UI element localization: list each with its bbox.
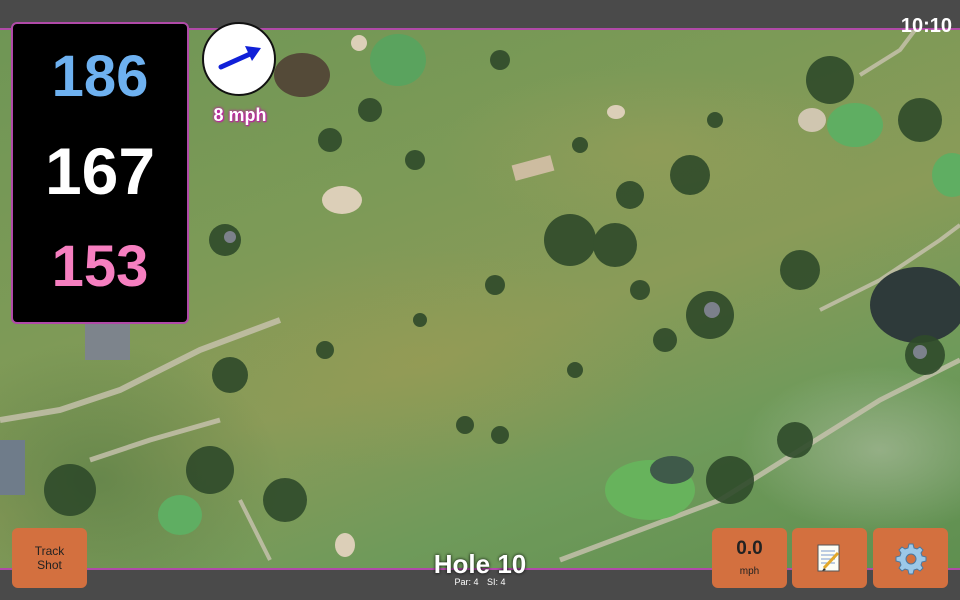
wind-arrow-icon xyxy=(218,46,261,70)
front-distance: 153 xyxy=(51,234,149,299)
hole-par: Par: 4 xyxy=(454,577,479,587)
wind-dial xyxy=(202,22,276,96)
hole-stroke-index: SI: 4 xyxy=(487,577,506,587)
gear-icon xyxy=(895,543,927,575)
clock: 10:10 xyxy=(900,15,952,37)
back-distance: 186 xyxy=(51,44,149,109)
distance-panel: 186 167 153 xyxy=(11,22,189,324)
speed-unit: mph xyxy=(739,566,760,577)
hole-details: Par: 4 SI: 4 xyxy=(380,577,580,587)
track-shot-label-line2: Shot xyxy=(37,558,62,572)
hole-title: Hole 10 xyxy=(433,549,527,579)
settings-button[interactable] xyxy=(873,528,948,588)
speed-value: 0.0 xyxy=(736,538,763,559)
speed-button[interactable]: 0.0 mph xyxy=(712,528,787,588)
track-shot-label-line1: Track xyxy=(34,544,65,558)
track-shot-button[interactable]: Track Shot xyxy=(12,528,87,588)
notepad-icon xyxy=(817,544,840,572)
wind-speed: 8 mph xyxy=(213,105,267,125)
middle-distance: 167 xyxy=(44,134,156,208)
notes-button[interactable] xyxy=(792,528,867,588)
